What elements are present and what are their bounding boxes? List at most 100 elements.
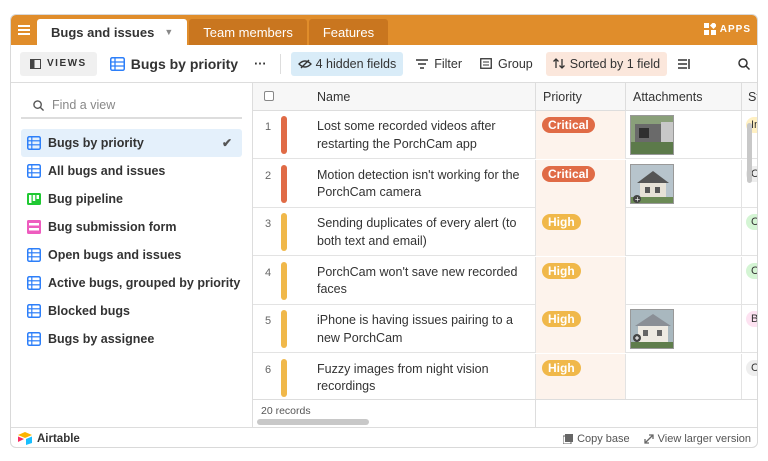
column-header-status[interactable]: Sta xyxy=(741,83,757,111)
attachments-cell[interactable] xyxy=(625,256,741,305)
group-button[interactable]: Group xyxy=(473,52,540,76)
group-icon xyxy=(480,58,492,69)
find-view-search[interactable]: Find a view xyxy=(21,93,242,119)
priority-color-bar xyxy=(281,358,287,397)
more-label: ··· xyxy=(254,56,267,71)
status-cell[interactable]: C xyxy=(741,353,757,402)
view-item-label: Open bugs and issues xyxy=(48,248,182,262)
attachment-thumbnail[interactable] xyxy=(630,309,674,349)
priority-cell[interactable]: Critical xyxy=(535,111,625,159)
views-sidebar: Find a view Bugs by priority ✔ All bugs an… xyxy=(11,83,253,427)
table-row[interactable]: 5 iPhone is having issues pairing to a ne… xyxy=(253,305,757,353)
sort-label: Sorted by 1 field xyxy=(569,56,661,71)
apps-icon xyxy=(703,23,716,35)
sidebar-view-item[interactable]: Open bugs and issues xyxy=(21,241,242,269)
sidebar-view-item[interactable]: Bug pipeline xyxy=(21,185,242,213)
row-number: 3 xyxy=(265,218,272,230)
horizontal-scrollbar[interactable] xyxy=(257,419,369,425)
record-name[interactable]: Lost some recorded videos after restarti… xyxy=(317,118,529,153)
table-row[interactable]: 1 Lost some recorded videos after restart… xyxy=(253,111,757,159)
search-button[interactable] xyxy=(731,52,757,76)
vertical-scrollbar[interactable] xyxy=(747,123,752,183)
priority-cell[interactable]: High xyxy=(535,256,625,305)
view-larger-label: View larger version xyxy=(657,432,751,445)
priority-color-bar xyxy=(281,261,287,300)
tab-label: Bugs and issues xyxy=(51,24,155,40)
kanban-view-icon xyxy=(27,192,41,206)
hidden-fields-label: 4 hidden fields xyxy=(315,56,397,71)
priority-color-bar xyxy=(281,116,287,154)
column-header-priority[interactable]: Priority xyxy=(535,83,625,111)
sidebar-view-item[interactable]: Bug submission form xyxy=(21,213,242,241)
row-number: 6 xyxy=(265,363,272,376)
attachments-cell[interactable] xyxy=(625,353,741,402)
record-name[interactable]: iPhone is having issues pairing to a new… xyxy=(317,312,529,347)
copy-base-link[interactable]: Copy base xyxy=(563,433,630,445)
record-name[interactable]: Sending duplicates of every alert (to bo… xyxy=(317,215,529,250)
record-name[interactable]: PorchCam won't save new recorded faces xyxy=(317,264,529,299)
sidebar-view-item[interactable]: Bugs by assignee xyxy=(21,325,242,353)
attachments-cell[interactable] xyxy=(625,208,741,256)
row-height-button[interactable] xyxy=(671,52,697,76)
hidden-fields-button[interactable]: 4 hidden fields xyxy=(290,51,404,76)
grid-view-icon xyxy=(27,304,41,318)
column-header-attachments[interactable]: Attachments xyxy=(625,83,741,111)
table-row[interactable]: 6 Fuzzy images from night vision recordin… xyxy=(253,353,757,402)
search-icon xyxy=(738,57,750,70)
view-item-label: Bug pipeline xyxy=(48,192,123,206)
views-toggle-button[interactable]: VIEWS xyxy=(20,51,97,76)
status-cell[interactable]: C xyxy=(741,208,757,256)
sidebar-view-item[interactable]: All bugs and issues xyxy=(21,157,242,185)
tab-features[interactable]: Features xyxy=(308,19,389,45)
svg-text:+: + xyxy=(635,195,641,203)
status-cell[interactable]: B xyxy=(741,305,757,353)
sort-button[interactable]: Sorted by 1 field xyxy=(545,51,668,76)
attachments-cell[interactable] xyxy=(625,111,741,159)
priority-cell[interactable]: High xyxy=(535,305,625,353)
tab-bugs-and-issues[interactable]: Bugs and issues ▼ xyxy=(37,19,188,45)
record-name[interactable]: Fuzzy images from night vision recording… xyxy=(317,361,529,396)
apps-button[interactable]: APPS xyxy=(703,23,751,35)
airtable-embed: Bugs and issues ▼ Team members Features … xyxy=(10,14,758,448)
sidebar-view-item[interactable]: Blocked bugs xyxy=(21,297,242,325)
column-label: Sta xyxy=(748,90,757,104)
priority-cell[interactable]: High xyxy=(535,353,625,402)
attachment-thumbnail[interactable] xyxy=(630,115,674,155)
view-larger-link[interactable]: View larger version xyxy=(644,433,751,445)
grid-header: Name Priority Attachments Sta xyxy=(253,83,757,111)
view-item-label: All bugs and issues xyxy=(48,164,166,178)
sidebar-view-item[interactable]: Active bugs, grouped by priority xyxy=(21,269,242,297)
sidebar-toggle-icon xyxy=(30,58,41,69)
priority-cell[interactable]: High xyxy=(535,208,625,256)
grid-summary-bar: 20 records xyxy=(253,399,757,427)
row-number: 2 xyxy=(265,169,272,182)
expand-icon xyxy=(644,433,654,444)
record-name[interactable]: Motion detection isn't working for the P… xyxy=(317,167,529,202)
table-row[interactable]: 2 Motion detection isn't working for the … xyxy=(253,159,757,208)
table-row[interactable]: 4 PorchCam won't save new recorded faces H… xyxy=(253,256,757,305)
table-row[interactable]: 3 Sending duplicates of every alert (to b… xyxy=(253,208,757,256)
column-header-name[interactable]: Name xyxy=(317,90,350,104)
view-more-button[interactable]: ··· xyxy=(247,52,274,76)
chevron-down-icon[interactable]: ▼ xyxy=(164,27,173,37)
find-view-placeholder: Find a view xyxy=(52,98,116,112)
column-label: Name xyxy=(317,90,351,104)
attachments-cell[interactable] xyxy=(625,305,741,353)
sidebar-view-item[interactable]: Bugs by priority ✔ xyxy=(21,129,242,157)
airtable-brand[interactable]: Airtable xyxy=(17,432,80,445)
tab-bar: Bugs and issues ▼ Team members Features … xyxy=(11,15,757,45)
status-cell[interactable]: C xyxy=(741,256,757,305)
status-pill: C xyxy=(746,359,757,376)
copy-base-label: Copy base xyxy=(577,432,630,445)
select-all-checkbox[interactable] xyxy=(264,91,274,101)
airtable-logo-icon xyxy=(18,432,32,445)
attachment-thumbnail[interactable]: + xyxy=(630,163,674,204)
filter-button[interactable]: Filter xyxy=(409,52,469,76)
priority-cell[interactable]: Critical xyxy=(535,159,625,208)
tab-team-members[interactable]: Team members xyxy=(189,19,307,45)
menu-icon[interactable] xyxy=(11,15,37,45)
divider xyxy=(279,53,281,74)
current-view-button[interactable]: Bugs by priority xyxy=(103,52,245,76)
attachments-cell[interactable]: + xyxy=(625,159,741,208)
divider xyxy=(535,400,536,427)
